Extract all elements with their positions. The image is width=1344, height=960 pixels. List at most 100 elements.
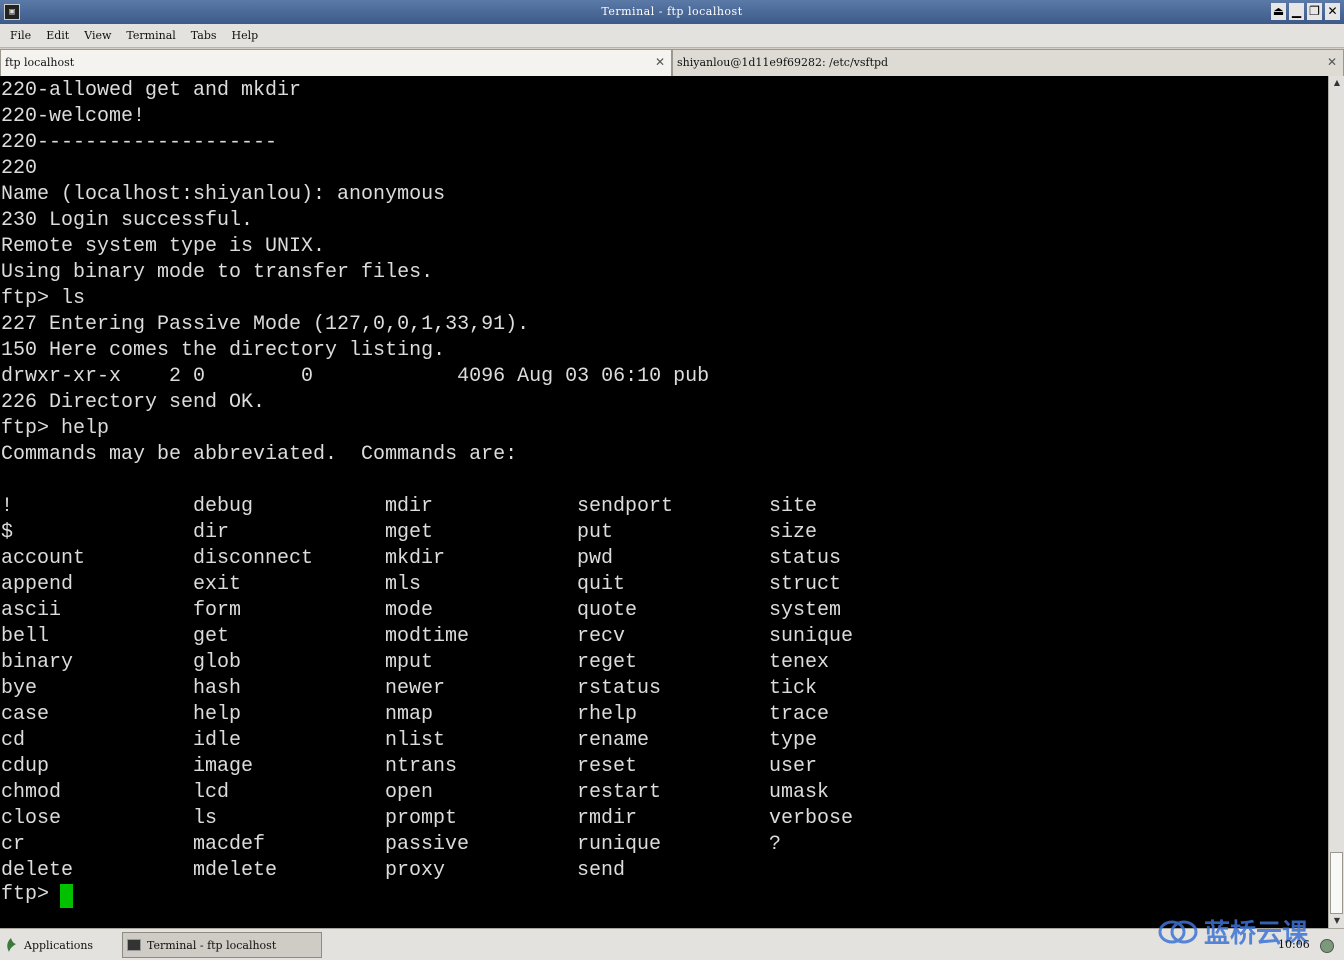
ftp-command: recv	[577, 625, 626, 648]
menu-help[interactable]: Help	[232, 29, 259, 42]
terminal-line: drwxr-xr-x 2 0 0 4096 Aug 03 06:10 pub	[1, 365, 710, 388]
ftp-command: proxy	[385, 859, 446, 882]
terminal-line: ftp> ls	[1, 287, 86, 310]
ftp-command: put	[577, 521, 614, 544]
ftp-command: struct	[769, 573, 842, 596]
ftp-command: ntrans	[385, 755, 458, 778]
ftp-command: cd	[1, 729, 26, 752]
ftp-command: verbose	[769, 807, 854, 830]
terminal-task-icon	[127, 939, 141, 951]
ftp-command: form	[193, 599, 242, 622]
applications-icon	[7, 938, 16, 952]
ftp-command: hash	[193, 677, 242, 700]
ftp-command: runique	[577, 833, 662, 856]
window-titlebar[interactable]: ▣ Terminal - ftp localhost ⏏ ▁ ❐ ✕	[0, 0, 1344, 24]
ftp-command: ascii	[1, 599, 62, 622]
terminal-line: ftp> help	[1, 417, 110, 440]
scroll-up-arrow-icon[interactable]: ▲	[1332, 78, 1342, 88]
terminal-scrollbar[interactable]: ▲ ▼	[1328, 76, 1344, 928]
shade-window-icon[interactable]: ⏏	[1271, 3, 1286, 20]
tab-ftp-localhost[interactable]: ftp localhost ✕	[0, 49, 672, 76]
ftp-command: append	[1, 573, 74, 596]
ftp-command: dir	[193, 521, 230, 544]
brand-logo-icon	[1158, 920, 1198, 943]
ftp-command: bye	[1, 677, 38, 700]
terminal-line: 226 Directory send OK.	[1, 391, 266, 414]
terminal-line: 230 Login successful.	[1, 209, 254, 232]
applications-menu-button[interactable]: Applications	[4, 933, 93, 957]
ftp-command: macdef	[193, 833, 266, 856]
text-cursor	[60, 884, 73, 908]
ftp-command: !	[1, 495, 14, 518]
ftp-command: restart	[577, 781, 662, 804]
window-controls: ⏏ ▁ ❐ ✕	[1271, 3, 1340, 20]
menu-terminal[interactable]: Terminal	[126, 29, 175, 42]
terminal-line: 150 Here comes the directory listing.	[1, 339, 446, 362]
ftp-command: ls	[193, 807, 218, 830]
ftp-command: cr	[1, 833, 26, 856]
ftp-command: mls	[385, 573, 422, 596]
terminal-output[interactable]: 220-allowed get and mkdir 220-welcome! 220…	[0, 76, 1328, 928]
ftp-command: passive	[385, 833, 470, 856]
ftp-command: type	[769, 729, 818, 752]
ftp-command: disconnect	[193, 547, 314, 570]
terminal-line: Commands may be abbreviated. Commands ar…	[1, 443, 518, 466]
ftp-command: trace	[769, 703, 830, 726]
tab-vsftpd-shell[interactable]: shiyanlou@1d11e9f69282: /etc/vsftpd ✕	[672, 49, 1344, 76]
ftp-command: umask	[769, 781, 830, 804]
ftp-command: pwd	[577, 547, 614, 570]
ftp-command: lcd	[193, 781, 230, 804]
ftp-command: chmod	[1, 781, 62, 804]
ftp-command: mget	[385, 521, 434, 544]
ftp-command: case	[1, 703, 50, 726]
ftp-command: delete	[1, 859, 74, 882]
ftp-command: quote	[577, 599, 638, 622]
ftp-command: prompt	[385, 807, 458, 830]
close-window-icon[interactable]: ✕	[1325, 3, 1340, 20]
terminal-line: 220	[1, 157, 38, 180]
terminal-line: Name (localhost:shiyanlou): anonymous	[1, 183, 446, 206]
ftp-command: send	[577, 859, 626, 882]
taskbar-window-button[interactable]: Terminal - ftp localhost	[122, 932, 322, 958]
terminal-line: 227 Entering Passive Mode (127,0,0,1,33,…	[1, 313, 530, 336]
terminal-line: 220--------------------	[1, 131, 278, 154]
ftp-command: get	[193, 625, 230, 648]
ftp-command: rstatus	[577, 677, 662, 700]
menu-view[interactable]: View	[84, 29, 111, 42]
ftp-command: close	[1, 807, 62, 830]
menu-tabs[interactable]: Tabs	[191, 29, 217, 42]
ftp-command: reget	[577, 651, 638, 674]
network-tray-icon[interactable]	[1320, 939, 1334, 953]
scroll-down-arrow-icon[interactable]: ▼	[1332, 916, 1342, 926]
ftp-command: nmap	[385, 703, 434, 726]
ftp-command: cdup	[1, 755, 50, 778]
ftp-command: modtime	[385, 625, 470, 648]
scroll-thumb[interactable]	[1330, 852, 1343, 914]
ftp-command: tenex	[769, 651, 830, 674]
clock: 10:06	[1278, 938, 1310, 951]
applications-label: Applications	[24, 938, 94, 952]
ftp-command: mkdir	[385, 547, 446, 570]
ftp-command: debug	[193, 495, 254, 518]
menu-file[interactable]: File	[10, 29, 31, 42]
ftp-command: binary	[1, 651, 74, 674]
terminal-line: Using binary mode to transfer files.	[1, 261, 434, 284]
tab-label: shiyanlou@1d11e9f69282: /etc/vsftpd	[677, 56, 889, 69]
minimize-window-icon[interactable]: ▁	[1289, 3, 1304, 20]
maximize-window-icon[interactable]: ❐	[1307, 3, 1322, 20]
ftp-command: ?	[769, 833, 782, 856]
ftp-command: account	[1, 547, 86, 570]
close-tab-icon[interactable]: ✕	[655, 55, 665, 69]
close-tab-icon[interactable]: ✕	[1327, 55, 1337, 69]
ftp-command: mdelete	[193, 859, 278, 882]
menu-edit[interactable]: Edit	[46, 29, 69, 42]
ftp-command: newer	[385, 677, 446, 700]
ftp-command: size	[769, 521, 818, 544]
terminal-line: Remote system type is UNIX.	[1, 235, 326, 258]
ftp-command: status	[769, 547, 842, 570]
ftp-command: rmdir	[577, 807, 638, 830]
taskbar: Applications Terminal - ftp localhost 蓝桥…	[0, 919, 1344, 960]
terminal-line: 220-allowed get and mkdir	[1, 79, 302, 102]
tab-bar: ftp localhost ✕ shiyanlou@1d11e9f69282: …	[0, 49, 1344, 76]
ftp-command: system	[769, 599, 842, 622]
